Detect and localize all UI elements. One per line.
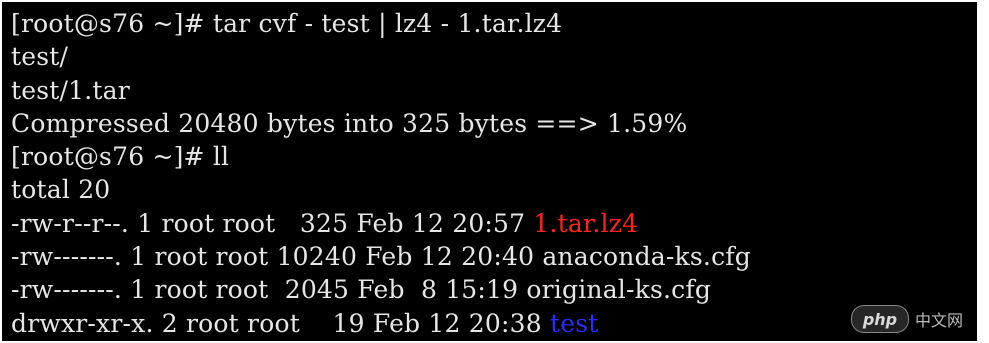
output-line-total: total 20 [11,175,111,205]
listing-row-anaconda: -rw-------. 1 root root 10240 Feb 12 20:… [11,240,977,273]
output-line-compressed: Compressed 20480 bytes into 325 bytes ==… [11,108,688,138]
listing-meta: -rw-------. 1 root root 2045 Feb 8 15:19 [11,275,527,305]
filename-original-ks: original-ks.cfg [526,275,712,305]
filename-tar-lz4: 1.tar.lz4 [533,208,639,238]
filename-test-dir: test [549,308,599,338]
watermark-text: 中文网 [914,311,963,330]
filename-anaconda-ks: anaconda-ks.cfg [542,242,751,272]
output-line-test-tar: test/1.tar [11,75,130,105]
listing-row-tar-lz4: -rw-r--r--. 1 root root 325 Feb 12 20:57… [11,207,977,240]
listing-row-test-dir: drwxr-xr-x. 2 root root 19 Feb 12 20:38 … [11,307,977,340]
listing-meta: -rw-r--r--. 1 root root 325 Feb 12 20:57 [11,208,534,238]
php-logo-icon: php [850,305,909,333]
command-line-tar: [root@s76 ~]# tar cvf - test | lz4 - 1.t… [11,9,563,38]
screenshot-frame: [root@s76 ~]# tar cvf - test | lz4 - 1.t… [2,2,987,341]
listing-meta: -rw-------. 1 root root 10240 Feb 12 20:… [11,242,543,272]
output-line-test-dir: test/ [11,42,69,72]
listing-meta: drwxr-xr-x. 2 root root 19 Feb 12 20:38 [11,308,550,338]
command-line-ll: [root@s76 ~]# ll [11,142,230,172]
listing-row-original: -rw-------. 1 root root 2045 Feb 8 15:19… [11,273,977,306]
php-watermark: php 中文网 [850,305,963,333]
terminal-window[interactable]: [root@s76 ~]# tar cvf - test | lz4 - 1.t… [2,2,977,341]
